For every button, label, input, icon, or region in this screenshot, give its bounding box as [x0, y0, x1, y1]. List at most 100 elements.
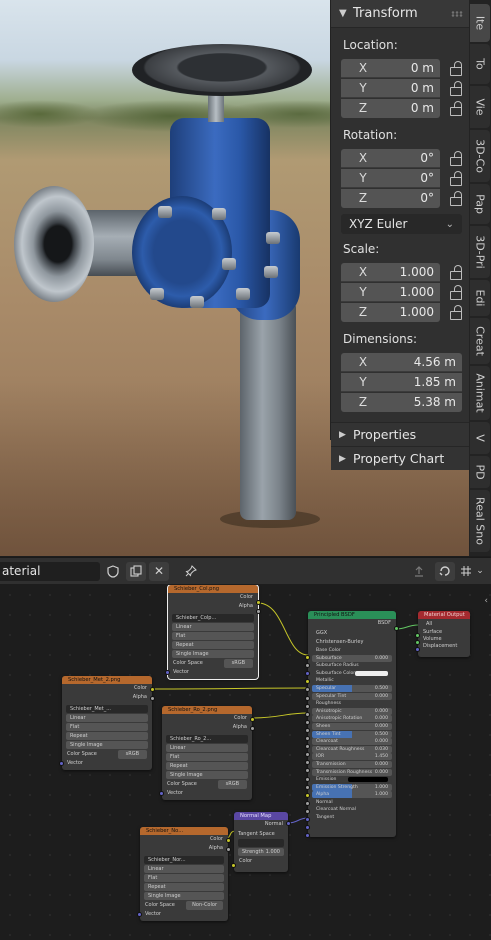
bsdf-input-row[interactable]: Alpha 1.000 [312, 791, 392, 799]
socket-color-out[interactable] [256, 600, 261, 605]
tab-pap[interactable]: Pap [470, 184, 490, 224]
source-dropdown[interactable]: Single Image [144, 892, 224, 900]
bsdf-input-row[interactable]: Specular Tint 0.000 [312, 692, 392, 700]
tab-3d-co[interactable]: 3D-Co [470, 130, 490, 182]
bsdf-input-row[interactable]: IOR 1.450 [312, 753, 392, 761]
location-y-field[interactable]: Y 0 m [341, 78, 440, 98]
socket-normal-out[interactable] [286, 821, 291, 826]
lock-icon[interactable] [446, 169, 466, 187]
subsurface-method-dropdown[interactable]: Christensen-Burley [312, 638, 392, 646]
source-dropdown[interactable]: Single Image [172, 650, 254, 658]
projection-dropdown[interactable]: Flat [172, 632, 254, 640]
parent-node-tree-icon[interactable] [409, 562, 429, 581]
node-editor-canvas[interactable]: Schieber_Col.png Color Alpha Schieber_Co… [0, 585, 491, 940]
interpolation-dropdown[interactable]: Linear [166, 744, 248, 752]
socket-vector-in[interactable] [137, 912, 142, 917]
bsdf-input-row[interactable]: Subsurface Radius [312, 662, 392, 669]
rotation-mode-dropdown[interactable]: XYZ Euler ⌄ [341, 214, 462, 234]
material-output-node[interactable]: Material Output All Surface Volume Displ… [415, 611, 470, 657]
bsdf-input-row[interactable]: Transmission 0.000 [312, 760, 392, 768]
socket-alpha-out[interactable] [250, 726, 255, 731]
lock-icon[interactable] [446, 99, 466, 117]
color-space-value[interactable]: sRGB [217, 780, 247, 789]
property-chart-panel-header[interactable]: ▶ Property Chart [331, 446, 469, 470]
tab-real-snow[interactable]: Real Sno [470, 490, 490, 552]
interpolation-dropdown[interactable]: Linear [172, 623, 254, 631]
tab-create[interactable]: Creat [470, 318, 490, 364]
lock-icon[interactable] [446, 59, 466, 77]
bsdf-input-row[interactable]: Subsurface Color [312, 669, 392, 677]
dimension-z-field[interactable]: Z 5.38 m [341, 392, 462, 412]
uv-map-field[interactable] [238, 839, 284, 847]
image-texture-node-metallic[interactable]: Schieber_Met_2.png Color Alpha Schieber_… [59, 676, 155, 770]
dimension-x-field[interactable]: X 4.56 m [341, 352, 462, 372]
strength-field[interactable]: Strength 1.000 [238, 848, 284, 856]
socket-displacement-in[interactable] [415, 647, 420, 652]
image-selector[interactable]: Schieber_Colp... [172, 614, 254, 622]
socket-color-out[interactable] [226, 838, 231, 843]
bsdf-input-row[interactable]: Metallic [312, 677, 392, 684]
pin-icon[interactable] [181, 562, 201, 581]
bsdf-input-row[interactable]: Specular 0.500 [312, 684, 392, 692]
projection-dropdown[interactable]: Flat [66, 723, 148, 731]
socket-color-out[interactable] [150, 687, 155, 692]
image-selector[interactable]: Schieber_Met_... [66, 705, 148, 713]
bsdf-input-row[interactable]: Transmission Roughness 0.000 [312, 768, 392, 776]
bsdf-input-row[interactable]: Clearcoat Normal [312, 806, 392, 813]
lock-icon[interactable] [446, 283, 466, 301]
color-space-row[interactable]: Color Space sRGB [162, 780, 252, 789]
tab-tool[interactable]: To [470, 44, 490, 84]
tab-3d-pri[interactable]: 3D-Pri [470, 226, 490, 278]
lock-icon[interactable] [446, 79, 466, 97]
fake-user-shield-icon[interactable] [103, 562, 123, 581]
socket-input[interactable] [305, 655, 310, 660]
bsdf-input-row[interactable]: Anisotropic Rotation 0.000 [312, 715, 392, 723]
image-selector[interactable]: Schieber_Ro_2... [166, 735, 248, 743]
extension-dropdown[interactable]: Repeat [144, 883, 224, 891]
projection-dropdown[interactable]: Flat [166, 753, 248, 761]
bsdf-input-row[interactable]: Tangent [312, 814, 392, 821]
interpolation-dropdown[interactable]: Linear [66, 714, 148, 722]
socket-surface-in[interactable] [415, 633, 420, 638]
extension-dropdown[interactable]: Repeat [172, 641, 254, 649]
socket-input[interactable] [305, 792, 310, 798]
color-space-row[interactable]: Color Space Non-Color [140, 901, 228, 910]
image-texture-node-normal[interactable]: Schieber_No... Color Alpha Schieber_Nor.… [137, 827, 231, 921]
color-space-row[interactable]: Color Space sRGB [168, 659, 258, 668]
socket-alpha-out[interactable] [150, 696, 155, 701]
socket-input[interactable] [305, 776, 310, 782]
socket-volume-in[interactable] [415, 640, 420, 645]
socket-input[interactable] [305, 695, 310, 701]
tab-item[interactable]: Ite [470, 4, 490, 42]
properties-panel-header[interactable]: ▶ Properties [331, 422, 469, 446]
bsdf-input-row[interactable]: Anisotropic 0.000 [312, 707, 392, 715]
rotation-x-field[interactable]: X 0° [341, 148, 440, 168]
bsdf-input-row[interactable]: Subsurface 0.000 [312, 654, 392, 662]
lock-icon[interactable] [446, 149, 466, 167]
socket-vector-in[interactable] [159, 791, 164, 796]
bsdf-input-row[interactable]: Sheen 0.000 [312, 722, 392, 730]
rotation-y-field[interactable]: Y 0° [341, 168, 440, 188]
source-dropdown[interactable]: Single Image [166, 771, 248, 779]
scale-y-field[interactable]: Y 1.000 [341, 282, 440, 302]
normal-map-node[interactable]: Normal Map Normal Tangent Space Strength… [231, 812, 291, 872]
space-dropdown[interactable]: Tangent Space [238, 830, 284, 838]
socket-bsdf-out[interactable] [394, 626, 399, 631]
color-space-row[interactable]: Color Space sRGB [62, 750, 152, 759]
extension-dropdown[interactable]: Repeat [66, 732, 148, 740]
tab-pd[interactable]: PD [470, 456, 490, 488]
distribution-dropdown[interactable]: GGX [312, 629, 392, 637]
bsdf-input-row[interactable]: Roughness [312, 700, 392, 707]
duplicate-material-icon[interactable] [126, 561, 146, 581]
sidebar-collapse-arrow-icon[interactable]: ‹ [484, 596, 488, 606]
socket-input[interactable] [305, 817, 310, 822]
bsdf-input-row[interactable]: Clearcoat Roughness 0.030 [312, 745, 392, 753]
tab-view[interactable]: Vie [470, 86, 490, 128]
source-dropdown[interactable]: Single Image [66, 741, 148, 749]
extension-dropdown[interactable]: Repeat [166, 762, 248, 770]
color-space-value[interactable]: sRGB [223, 659, 253, 668]
unlink-close-icon[interactable]: ✕ [149, 561, 169, 581]
socket-input[interactable] [305, 703, 310, 709]
color-space-value[interactable]: Non-Color [186, 901, 223, 910]
socket-input[interactable] [305, 711, 310, 717]
